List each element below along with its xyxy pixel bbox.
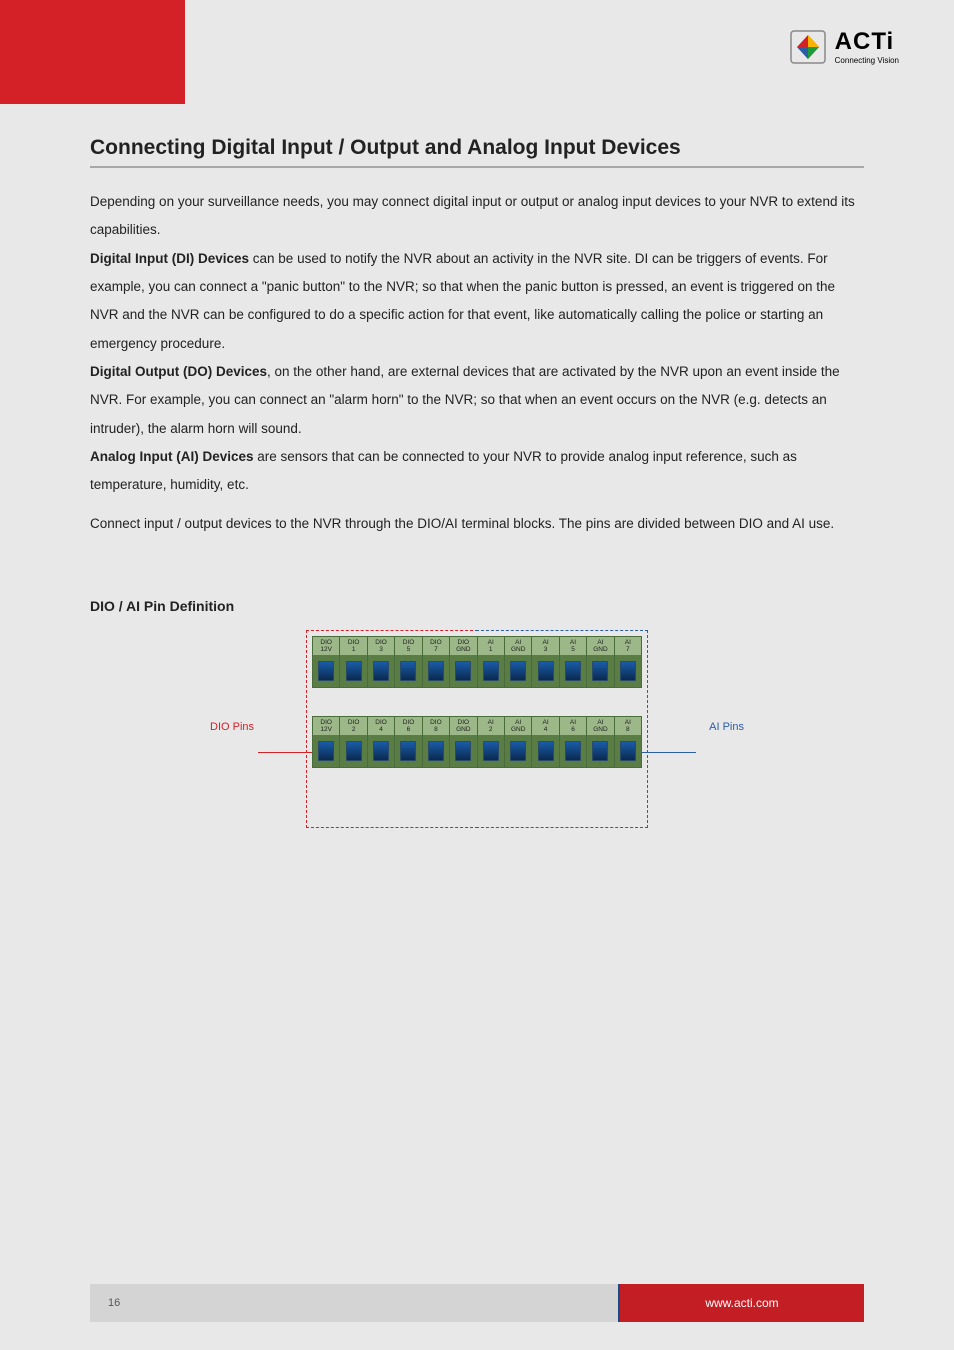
para-do: Digital Output (DO) Devices, on the othe… [90,358,864,443]
header-gray-block: ACTi Connecting Vision [185,0,954,104]
di-label: Digital Input (DI) Devices [90,251,249,266]
section-title: Connecting Digital Input / Output and An… [90,136,864,168]
logo-text: ACTi [835,28,899,56]
header: ACTi Connecting Vision [0,0,954,104]
footer-page: 16 [90,1284,618,1322]
para-ai: Analog Input (AI) Devices are sensors th… [90,443,864,500]
logo: ACTi Connecting Vision [789,28,899,65]
logo-text-group: ACTi Connecting Vision [835,28,899,65]
do-cont: . For example, you can connect an "alarm… [90,392,827,435]
dio-group-outline [306,630,478,828]
para-intro: Depending on your surveillance needs, yo… [90,188,864,245]
ai-label: Analog Input (AI) Devices [90,449,254,464]
content-area: Connecting Digital Input / Output and An… [0,104,954,816]
footer: 16 www.acti.com [90,1284,864,1322]
para-di: Digital Input (DI) Devices can be used t… [90,245,864,358]
body-text: Depending on your surveillance needs, yo… [90,188,864,538]
logo-icon [789,29,827,65]
pin-definition-title: DIO / AI Pin Definition [90,598,864,614]
di-text: can be used to notify the NVR about an a… [249,251,627,266]
footer-site: www.acti.com [618,1284,864,1322]
diagram: DIO Pins AI Pins DIO12VDIO1DIO3DIO5DIO7D… [90,630,864,796]
ai-pins-label: AI Pins [709,720,744,735]
header-red-block [0,0,185,104]
do-label: Digital Output (DO) Devices [90,364,267,379]
dio-pins-label: DIO Pins [210,720,254,735]
terminal-box: DIO12VDIO1DIO3DIO5DIO7DIOGNDAI1AIGNDAI3A… [312,630,642,796]
ai-group-outline [476,630,648,828]
para-connect: Connect input / output devices to the NV… [90,510,864,538]
logo-subtext: Connecting Vision [835,56,899,65]
